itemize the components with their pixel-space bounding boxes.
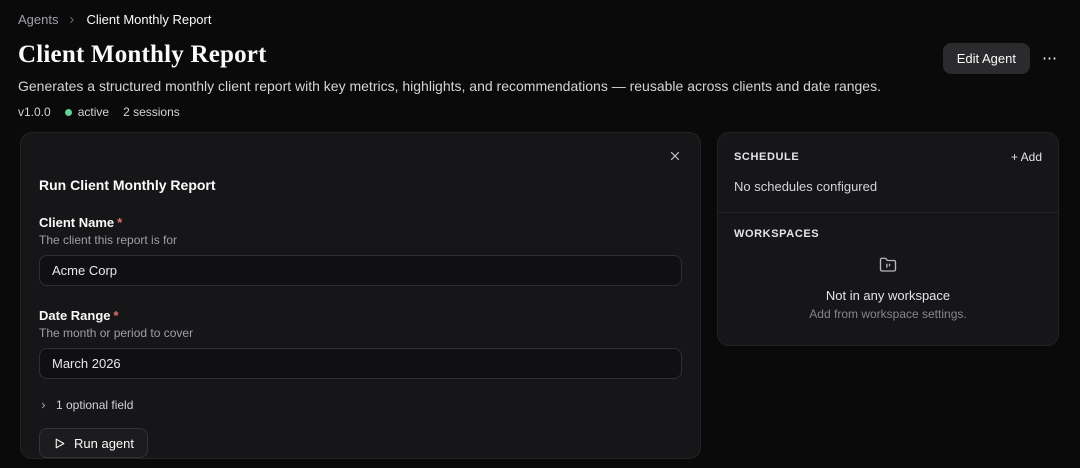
run-agent-card: Run Client Monthly Report Client Name* T…: [20, 132, 701, 459]
date-range-input[interactable]: [39, 348, 682, 379]
field-label: Date Range*: [39, 308, 682, 323]
schedule-empty-text: No schedules configured: [734, 179, 1042, 194]
workspaces-title: WORKSPACES: [734, 228, 819, 240]
breadcrumb-current: Client Monthly Report: [86, 12, 211, 27]
run-card-title: Run Client Monthly Report: [39, 177, 682, 193]
agent-meta-row: v1.0.0 active 2 sessions: [18, 105, 1060, 119]
close-icon: [668, 149, 682, 163]
field-label: Client Name*: [39, 215, 682, 230]
status-badge: active: [65, 105, 109, 119]
sessions-count: 2 sessions: [123, 105, 180, 119]
main-content: Run Client Monthly Report Client Name* T…: [0, 132, 1080, 459]
workspaces-empty-title: Not in any workspace: [826, 288, 950, 303]
optional-fields-label: 1 optional field: [56, 398, 133, 412]
run-agent-button[interactable]: Run agent: [39, 428, 148, 458]
chevron-right-icon: [67, 15, 77, 25]
workspaces-header: WORKSPACES: [734, 228, 1042, 240]
header-actions: Edit Agent ⋯: [943, 43, 1060, 74]
agent-version: v1.0.0: [18, 105, 51, 119]
schedule-header: SCHEDULE + Add: [734, 148, 1042, 166]
add-schedule-button[interactable]: + Add: [1011, 148, 1042, 166]
page-title: Client Monthly Report: [18, 41, 1060, 69]
workspace-folder-icon: [879, 256, 897, 279]
field-helper: The month or period to cover: [39, 326, 682, 340]
optional-fields-toggle[interactable]: 1 optional field: [39, 398, 133, 412]
chevron-right-icon: [39, 401, 48, 410]
field-label-text: Client Name: [39, 215, 114, 230]
play-icon: [53, 437, 66, 450]
required-asterisk: *: [114, 308, 119, 323]
schedule-section: SCHEDULE + Add No schedules configured: [718, 133, 1058, 212]
more-options-button[interactable]: ⋯: [1040, 47, 1060, 70]
status-dot-icon: [65, 109, 72, 116]
breadcrumb: Agents Client Monthly Report: [18, 12, 1060, 27]
field-helper: The client this report is for: [39, 233, 682, 247]
workspaces-empty-state: Not in any workspace Add from workspace …: [734, 256, 1042, 327]
workspaces-empty-subtitle: Add from workspace settings.: [809, 307, 966, 321]
run-agent-label: Run agent: [74, 436, 134, 451]
agent-description: Generates a structured monthly client re…: [18, 78, 1060, 94]
agent-detail-page: Agents Client Monthly Report Client Mont…: [0, 0, 1080, 468]
agent-side-panel: SCHEDULE + Add No schedules configured W…: [717, 132, 1059, 346]
status-label: active: [78, 105, 109, 119]
close-button[interactable]: [664, 145, 686, 167]
field-label-text: Date Range: [39, 308, 111, 323]
edit-agent-button[interactable]: Edit Agent: [943, 43, 1030, 74]
schedule-title: SCHEDULE: [734, 151, 799, 163]
client-name-input[interactable]: [39, 255, 682, 286]
breadcrumb-agents-link[interactable]: Agents: [18, 12, 58, 27]
workspaces-section: WORKSPACES Not in any workspace Add from…: [718, 213, 1058, 345]
required-asterisk: *: [117, 215, 122, 230]
field-client-name: Client Name* The client this report is f…: [39, 215, 682, 286]
page-header: Agents Client Monthly Report Client Mont…: [0, 0, 1080, 119]
field-date-range: Date Range* The month or period to cover: [39, 308, 682, 379]
